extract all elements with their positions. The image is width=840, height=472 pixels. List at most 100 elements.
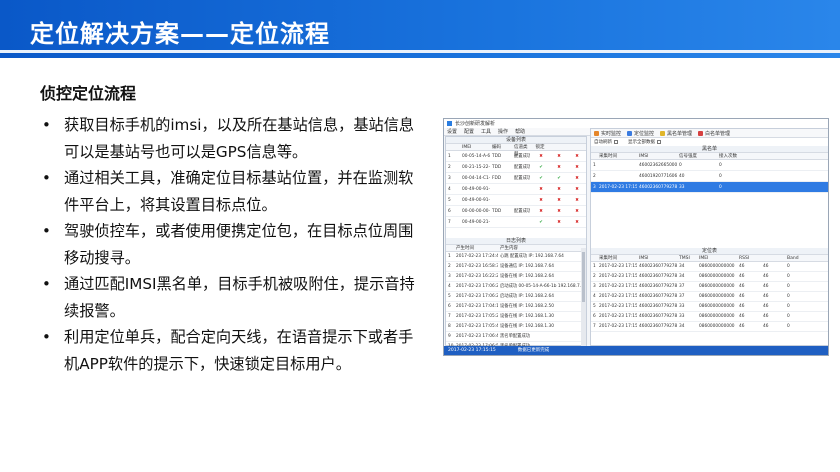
capture-time: 2017-02-23 17:15:40 [599, 284, 637, 289]
check-icon[interactable]: ✔ [530, 217, 548, 227]
column-header[interactable]: IMEI [460, 144, 490, 150]
column-header[interactable] [548, 144, 566, 150]
table-row[interactable]: 1 00-05-14-A-66-1bTDD 配置成功 ✖ ✖ ✖ [446, 151, 586, 162]
bullet-text: 通过相关工具，准确定位目标基站位置，并在监测软件平台上，将其设置目标点位。 [64, 169, 414, 214]
column-header[interactable]: 接入次数 [717, 153, 777, 159]
column-header[interactable]: IMSI [637, 255, 677, 261]
column-header[interactable]: 信号强度 [677, 153, 717, 159]
table-row[interactable]: 5 00-49-00-91-21-65 ✖ ✖ ✖ [446, 195, 586, 206]
cross-icon[interactable]: ✖ [530, 184, 548, 194]
column-header[interactable]: 产生时间 [454, 245, 498, 251]
table-row[interactable]: 1 460023626650001 0 0 [591, 160, 828, 171]
tab-3[interactable]: 黑名单管理 [660, 130, 692, 137]
log-row[interactable]: 1 2017-02-23 17:24:40 心跳 配置成功 IP: 192.168.… [446, 252, 586, 262]
column-header[interactable]: 采集时间 [597, 153, 637, 159]
log-row[interactable]: 4 2017-02-23 17:06:28 启动成功 00-05-14-A-66-1… [446, 282, 586, 292]
column-header[interactable] [566, 144, 584, 150]
table-row[interactable]: 12017-02-23 17:15:3046002360779278234086… [591, 262, 828, 272]
table-row[interactable]: 22017-02-23 17:15:3046002360779278234086… [591, 272, 828, 282]
capture-time: 2017-02-23 17:15:30 [599, 264, 637, 269]
cross-icon[interactable]: ✖ [566, 206, 584, 216]
cross-icon[interactable]: ✖ [548, 151, 566, 161]
column-header[interactable]: 产生内容 [498, 245, 584, 251]
column-header[interactable]: 采集时间 [597, 255, 637, 261]
imsi-value: 460023607792782 [639, 294, 677, 299]
log-row[interactable]: 3 2017-02-23 16:22:27 设备在线 IP: 192.168.2.6… [446, 272, 586, 282]
extra-value: 46 [763, 324, 769, 329]
table-row[interactable]: 2 460019207716065 40 0 [591, 171, 828, 182]
cross-icon[interactable]: ✖ [548, 184, 566, 194]
table-row[interactable]: 2 00-21-15-22-98-1CTDD 配置成功 ✔ ✖ ✖ [446, 162, 586, 173]
table-row[interactable]: 52017-02-23 17:15:4146002360779278233086… [591, 302, 828, 312]
menu-item[interactable]: 操作 [498, 128, 508, 135]
checkbox-box[interactable] [657, 139, 661, 144]
cross-icon[interactable]: ✖ [566, 217, 584, 227]
cross-icon[interactable]: ✖ [548, 217, 566, 227]
bullet-list: • 获取目标手机的imsi，以及所在基站信息，基站信息可以是基站号也可以是GPS信… [40, 112, 425, 377]
table-row[interactable]: 7 00-49-00-21-62-91 ✔ ✖ ✖ [446, 217, 586, 228]
tab-1[interactable]: 实时监控 [594, 130, 621, 137]
log-row[interactable]: 9 2017-02-23 17:06:47 黑名单配置成功 [446, 332, 586, 342]
table-row[interactable]: 32017-02-23 17:15:4046002360779278237086… [591, 282, 828, 292]
table-row[interactable]: 4 00-49-00-91-21-60 ✖ ✖ ✖ [446, 184, 586, 195]
menu-item[interactable]: 设置 [447, 128, 457, 135]
cross-icon[interactable]: ✖ [530, 151, 548, 161]
log-row[interactable]: 2 2017-02-23 16:58:36 设备通信 IP: 192.168.7.6… [446, 262, 586, 272]
column-header[interactable] [761, 255, 785, 261]
check-icon[interactable]: ✔ [530, 173, 548, 183]
band-value: 0 [787, 314, 790, 319]
cross-icon[interactable]: ✖ [530, 195, 548, 205]
cross-icon[interactable]: ✖ [566, 195, 584, 205]
check-glyph: ✔ [539, 165, 543, 170]
cross-icon[interactable]: ✖ [566, 173, 584, 183]
tmsi-value: 34 [679, 324, 685, 329]
table-row[interactable]: 3 00-04-14-C1-06-59FDD 配置成功 ✔ ✔ ✖ [446, 173, 586, 184]
option-checkbox[interactable]: 自动刷新 [594, 139, 618, 145]
log-scrollbar[interactable] [581, 248, 586, 346]
cross-icon[interactable]: ✖ [548, 195, 566, 205]
tab-icon [698, 130, 704, 136]
menu-item[interactable]: 帮助 [515, 128, 525, 135]
column-header[interactable] [446, 144, 460, 150]
log-list-title: 日志列表 [446, 238, 586, 245]
menu-item[interactable]: 配置 [464, 128, 474, 135]
column-header[interactable]: 信道类型 [512, 144, 530, 157]
column-header[interactable]: 锁定 [530, 144, 548, 150]
table-row[interactable]: 42017-02-23 17:15:4046002360779278237086… [591, 292, 828, 302]
column-header[interactable] [446, 245, 454, 251]
tab-label: 定位监控 [634, 130, 655, 137]
cross-icon[interactable]: ✖ [530, 206, 548, 216]
menu-item[interactable]: 工具 [481, 128, 491, 135]
check-icon[interactable]: ✔ [530, 162, 548, 172]
cross-icon[interactable]: ✖ [566, 151, 584, 161]
log-row[interactable]: 8 2017-02-23 17:05:41 设备在线 IP: 192.168.1.3… [446, 322, 586, 332]
device-list: 100-05-14-A-66-1bTDD配置成功✖✖✖200-21-15-22-… [446, 151, 586, 228]
device-state: 配置成功 [514, 176, 530, 181]
check-icon[interactable]: ✔ [548, 173, 566, 183]
bullet-text: 通过匹配IMSI黑名单，目标手机被吸附住，提示音持续报警。 [64, 275, 415, 320]
cross-icon[interactable]: ✖ [566, 162, 584, 172]
column-header[interactable]: IMEI [697, 255, 737, 261]
column-header[interactable]: TMSI [677, 255, 697, 261]
column-header[interactable]: Band [785, 255, 809, 261]
table-row[interactable]: 6 00-00-00-00-1-97TDD 配置成功 ✖ ✖ ✖ [446, 206, 586, 217]
checkbox-box[interactable] [614, 139, 618, 144]
table-row[interactable]: 62017-02-23 17:15:4246002360779278233086… [591, 312, 828, 322]
column-header[interactable]: 编码 [490, 144, 512, 150]
column-header[interactable]: RSSI [737, 255, 761, 261]
table-row[interactable]: 32017-02-23 17:15:13460023607792782330 [591, 182, 828, 193]
table-row[interactable]: 72017-02-23 17:15:4346002360779278234086… [591, 322, 828, 332]
log-row[interactable]: 7 2017-02-23 17:05:21 设备在线 IP: 192.168.1.3… [446, 312, 586, 322]
log-row[interactable]: 5 2017-02-23 17:06:28 启动成功 IP: 192.168.2.6… [446, 292, 586, 302]
tab-4[interactable]: 白名单管理 [698, 130, 730, 137]
row-number: 6 [448, 304, 451, 309]
option-checkbox[interactable]: 显示全部数据 [628, 139, 661, 145]
log-row[interactable]: 6 2017-02-23 17:04:16 设备在线 IP: 192.168.2.5… [446, 302, 586, 312]
row-number: 8 [448, 324, 451, 329]
cross-icon[interactable]: ✖ [548, 206, 566, 216]
cross-icon[interactable]: ✖ [548, 162, 566, 172]
log-scrollbar-thumb[interactable] [582, 252, 585, 302]
column-header[interactable]: IMSI [637, 153, 677, 159]
tab-2[interactable]: 定位监控 [627, 130, 654, 137]
cross-icon[interactable]: ✖ [566, 184, 584, 194]
